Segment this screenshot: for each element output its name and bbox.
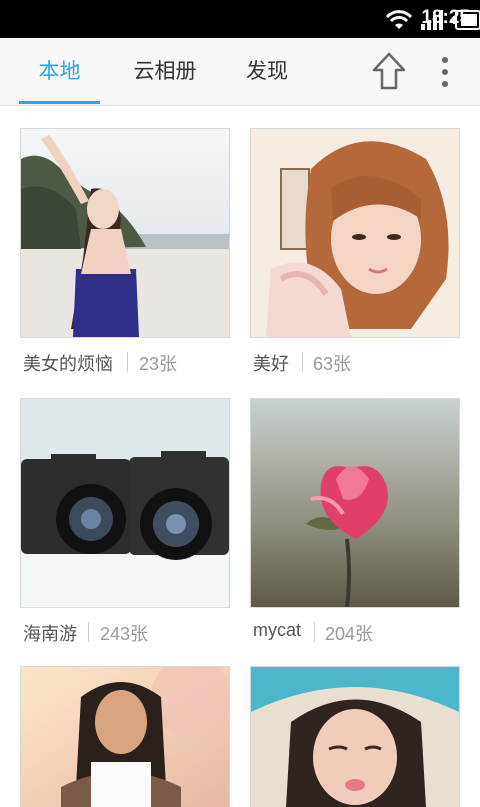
album-name: 美好: [253, 354, 289, 374]
album-card[interactable]: mycat 204张: [250, 398, 460, 656]
album-count: 23张: [139, 354, 178, 374]
photo-portrait-girl: [251, 129, 459, 337]
app-bar: 本地 云相册 发现: [0, 38, 480, 106]
more-vert-icon: [442, 57, 448, 87]
tab-cloud-album[interactable]: 云相册: [120, 38, 210, 105]
wifi-icon: [385, 10, 413, 29]
photo-cameras: [21, 399, 229, 607]
photo-beach-girl: [21, 129, 229, 337]
tab-indicator: [19, 101, 100, 104]
album-thumbnail[interactable]: [20, 666, 230, 807]
upload-icon: [372, 52, 406, 90]
album-count: 63张: [313, 354, 352, 374]
album-thumbnail[interactable]: [20, 398, 230, 608]
album-info: 美好 63张: [250, 338, 460, 386]
album-thumbnail[interactable]: [250, 128, 460, 338]
tab-local[interactable]: 本地: [19, 38, 100, 105]
divider: [302, 352, 303, 372]
divider: [88, 622, 89, 642]
upload-button[interactable]: [369, 51, 409, 93]
more-options-button[interactable]: [430, 52, 460, 92]
album-info: mycat 204张: [250, 608, 460, 656]
album-name: mycat: [253, 620, 302, 640]
divider: [314, 622, 315, 642]
album-info: 美女的烦恼 23张: [20, 338, 230, 386]
tab-discover[interactable]: 发现: [230, 38, 304, 105]
album-card[interactable]: 美女的烦恼 23张: [20, 128, 230, 386]
album-card[interactable]: 海南游 243张: [20, 398, 230, 656]
album-thumbnail[interactable]: [250, 398, 460, 608]
status-bar: 18:25: [0, 0, 480, 38]
album-name: 美女的烦恼: [23, 354, 113, 374]
album-card[interactable]: [250, 666, 460, 807]
album-thumbnail[interactable]: [250, 666, 460, 807]
album-card[interactable]: [20, 666, 230, 807]
photo-flower: [251, 399, 459, 607]
album-count: 204张: [325, 624, 374, 644]
photo-girl-hat: [251, 667, 459, 807]
album-card[interactable]: 美好 63张: [250, 128, 460, 386]
album-info: 海南游 243张: [20, 608, 230, 656]
divider: [127, 352, 128, 372]
status-time: 18:25: [421, 7, 470, 28]
photo-girl-sunset: [21, 667, 229, 807]
album-thumbnail[interactable]: [20, 128, 230, 338]
album-name: 海南游: [23, 624, 77, 644]
album-count: 243张: [100, 624, 149, 644]
